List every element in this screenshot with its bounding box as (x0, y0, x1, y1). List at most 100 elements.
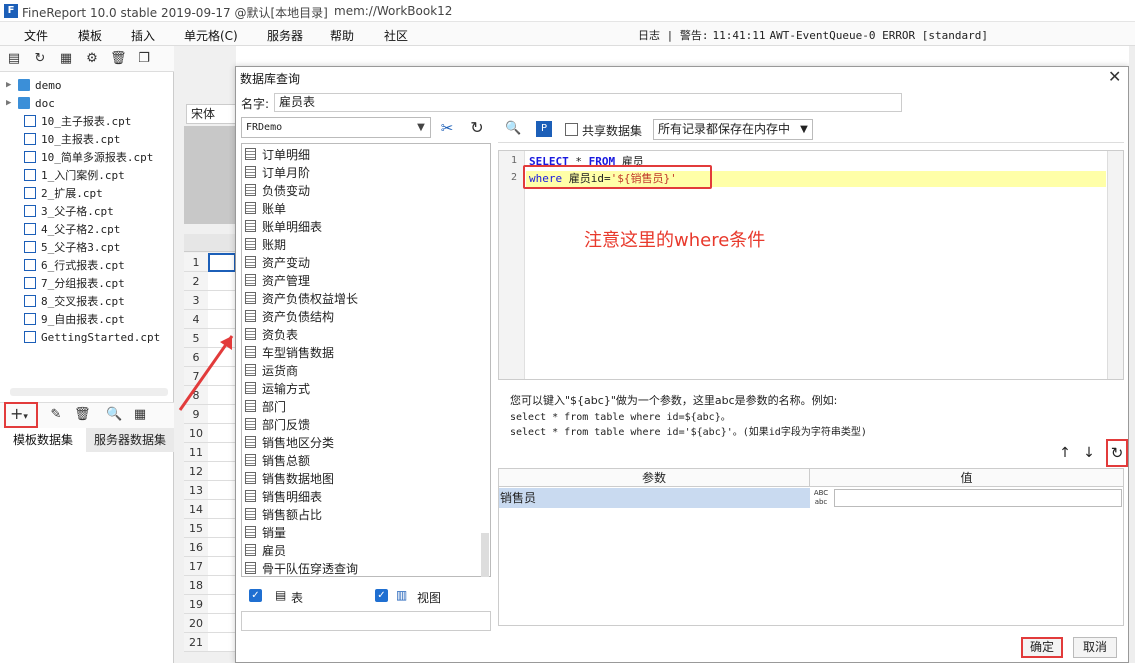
table-list-item[interactable]: 资产负债权益增长 (245, 289, 358, 307)
tree-file[interactable]: 3_父子格.cpt (24, 202, 114, 220)
ok-button[interactable]: 确定 (1021, 637, 1063, 658)
row-number[interactable]: 8 (184, 386, 208, 405)
row-number[interactable]: 17 (184, 557, 208, 576)
tree-folder-doc[interactable]: ▶ doc (6, 94, 55, 112)
connection-select[interactable]: FRDemo (241, 117, 431, 138)
sheet-cell[interactable] (208, 291, 236, 310)
table-list-item[interactable]: 账单 (245, 199, 286, 217)
table-list-item[interactable]: 销售总额 (245, 451, 310, 469)
sheet-cell[interactable] (208, 367, 236, 386)
settings-icon[interactable]: ⚙ (84, 51, 100, 67)
sheet-cell[interactable] (208, 633, 236, 652)
table-list-item[interactable]: 资产管理 (245, 271, 310, 289)
tree-file[interactable]: 10_主报表.cpt (24, 130, 120, 148)
sheet-cell[interactable] (208, 462, 236, 481)
refresh-tables-icon[interactable]: ↻ (466, 117, 488, 139)
row-number[interactable]: 10 (184, 424, 208, 443)
row-number[interactable]: 12 (184, 462, 208, 481)
sheet-cell[interactable] (208, 576, 236, 595)
row-number[interactable]: 4 (184, 310, 208, 329)
row-number[interactable]: 21 (184, 633, 208, 652)
table-list-item[interactable]: 部门 (245, 397, 286, 415)
sheet-cell[interactable] (208, 253, 236, 272)
menu-server[interactable]: 服务器 (267, 27, 303, 44)
menu-file[interactable]: 文件 (24, 27, 48, 44)
sheet-cell[interactable] (208, 272, 236, 291)
sheet-cell[interactable] (208, 310, 236, 329)
explorer-scrollbar[interactable] (10, 388, 168, 396)
tree-file[interactable]: 10_简单多源报表.cpt (24, 148, 153, 166)
dataset-settings-icon[interactable]: ▦ (132, 407, 148, 423)
sheet-cell[interactable] (208, 405, 236, 424)
chevron-down-icon[interactable]: ▼ (412, 117, 430, 138)
row-number[interactable]: 16 (184, 538, 208, 557)
table-list-item[interactable]: 销售额占比 (245, 505, 322, 523)
tree-file[interactable]: 6_行式报表.cpt (24, 256, 125, 274)
menu-template[interactable]: 模板 (78, 27, 102, 44)
font-select[interactable]: 宋体 (186, 104, 236, 124)
refresh-parameters-icon[interactable]: ↻ (1106, 439, 1128, 467)
new-folder-icon[interactable]: ▤ (6, 51, 22, 67)
preview-dataset-icon[interactable]: 🔍 (106, 407, 122, 423)
tree-file[interactable]: 4_父子格2.cpt (24, 220, 120, 238)
table-list-item[interactable]: 负债变动 (245, 181, 310, 199)
sheet-cell[interactable] (208, 614, 236, 633)
log-link[interactable]: 日志 (638, 29, 660, 42)
tab-server-dataset[interactable]: 服务器数据集 (86, 428, 174, 452)
row-number[interactable]: 14 (184, 500, 208, 519)
param-value-input[interactable] (834, 489, 1122, 507)
copy-icon[interactable]: ❐ (136, 51, 152, 67)
table-list-item[interactable]: 销量 (245, 523, 286, 541)
parameter-icon[interactable]: P (536, 121, 552, 137)
sheet-cell[interactable] (208, 348, 236, 367)
table-list-item[interactable]: 运输方式 (245, 379, 310, 397)
row-number[interactable]: 11 (184, 443, 208, 462)
table-list-item[interactable]: 部门反馈 (245, 415, 310, 433)
row-number[interactable]: 5 (184, 329, 208, 348)
table-list-item[interactable]: 账单明细表 (245, 217, 322, 235)
table-filter-checkbox[interactable]: ✓ (249, 589, 262, 602)
table-list-item[interactable]: 运货商 (245, 361, 298, 379)
tree-file[interactable]: 5_父子格3.cpt (24, 238, 120, 256)
table-list-item[interactable]: 资负表 (245, 325, 298, 343)
tree-file[interactable]: 1_入门案例.cpt (24, 166, 125, 184)
row-number[interactable]: 19 (184, 595, 208, 614)
arrow-up-icon[interactable]: ↑ (1058, 445, 1072, 461)
tree-file[interactable]: GettingStarted.cpt (24, 328, 160, 346)
table-list-item[interactable]: 销售明细表 (245, 487, 322, 505)
sheet-cell[interactable] (208, 424, 236, 443)
share-dataset-checkbox[interactable] (565, 123, 578, 136)
table-search-input[interactable] (241, 611, 491, 631)
dataset-name-input[interactable]: 雇员表 (274, 93, 902, 112)
row-number[interactable]: 7 (184, 367, 208, 386)
sheet-cell[interactable] (208, 329, 236, 348)
table-list-scrollbar[interactable] (481, 533, 489, 577)
table-list-item[interactable]: 雇员 (245, 541, 286, 559)
row-number[interactable]: 1 (184, 253, 208, 272)
sheet-cell[interactable] (208, 538, 236, 557)
tree-file[interactable]: 8_交叉报表.cpt (24, 292, 125, 310)
preview-icon[interactable]: 🔍 (505, 121, 521, 137)
delete-dataset-icon[interactable]: 🗑 (74, 407, 91, 423)
expand-arrow-icon[interactable]: ▶ (6, 80, 14, 90)
expand-arrow-icon[interactable]: ▶ (6, 98, 14, 108)
table-list-item[interactable]: 资产负债结构 (245, 307, 334, 325)
sheet-cell[interactable] (208, 557, 236, 576)
add-dataset-button[interactable]: +▾ (4, 402, 38, 428)
tree-folder-demo[interactable]: ▶ demo (6, 76, 62, 94)
menu-help[interactable]: 帮助 (330, 27, 354, 44)
row-number[interactable]: 15 (184, 519, 208, 538)
sheet-cell[interactable] (208, 500, 236, 519)
cancel-button[interactable]: 取消 (1073, 637, 1117, 658)
sheet-cell[interactable] (208, 519, 236, 538)
row-number[interactable]: 18 (184, 576, 208, 595)
menu-insert[interactable]: 插入 (131, 27, 155, 44)
row-number[interactable]: 6 (184, 348, 208, 367)
tree-file[interactable]: 9_自由报表.cpt (24, 310, 125, 328)
sheet-cell[interactable] (208, 481, 236, 500)
row-number[interactable]: 2 (184, 272, 208, 291)
table-list-item[interactable]: 资产变动 (245, 253, 310, 271)
param-name-cell[interactable]: 销售员 (499, 488, 810, 508)
connection-tools-icon[interactable]: ✂ (436, 117, 458, 139)
menu-cell[interactable]: 单元格(C) (184, 27, 238, 44)
